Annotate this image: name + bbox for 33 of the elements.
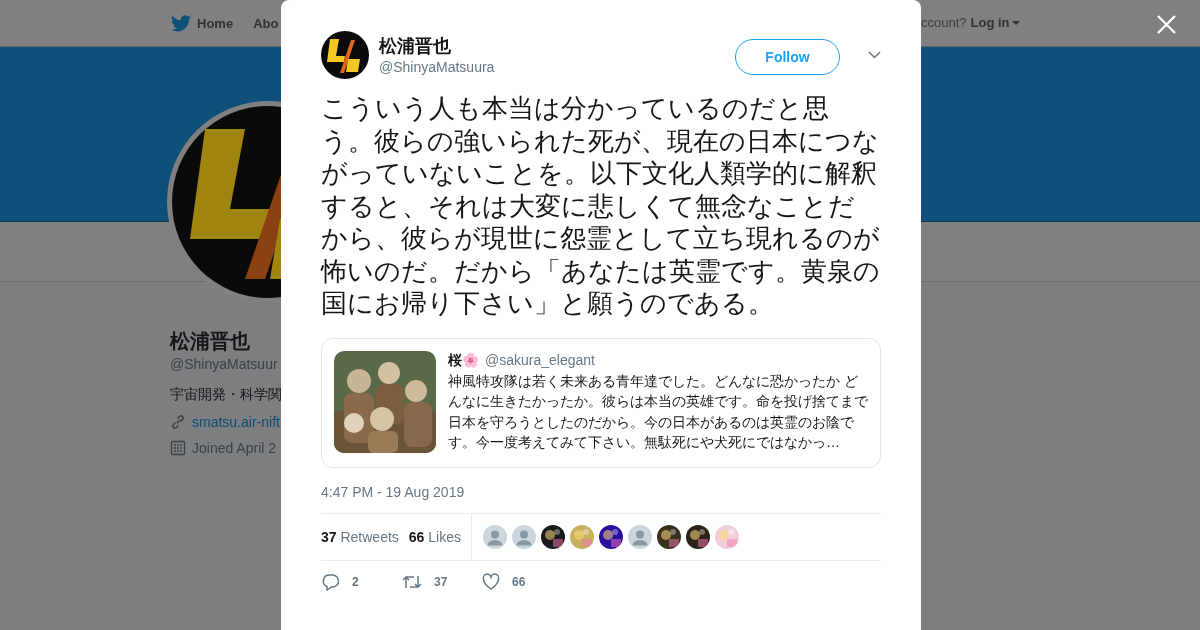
home-link[interactable]: Home	[171, 14, 234, 32]
heart-icon	[482, 572, 500, 591]
calendar-icon	[170, 440, 186, 456]
account-prompt: ccount?	[921, 15, 967, 30]
default-avatar-icon[interactable]	[483, 524, 507, 549]
author-name[interactable]: 松浦晋也	[379, 34, 725, 58]
profile-handle: @ShinyaMatsuur	[170, 355, 278, 374]
default-avatar-icon[interactable]	[628, 524, 652, 549]
joined-date: Joined April 2	[192, 440, 277, 456]
quoted-author-name: 桜🌸	[448, 351, 479, 370]
retweets-link[interactable]: 37 Retweets	[321, 528, 399, 545]
author-handle[interactable]: @ShinyaMatsuura	[379, 58, 725, 76]
quoted-tweet-card[interactable]: 桜🌸 @sakura_elegant 神風特攻隊は若く未来ある青年達でした。どんなに恐かったか どんなに生きたかったか。彼らは本当の英雄です。命を投げ捨てまで日本を守ろうとしたのだから。今の日本があるのは英霊のお陰です。今一度考えてみて下さい。無駄死にや犬死にではなかっ…	[321, 337, 881, 468]
quoted-author-handle: @sakura_elegant	[485, 351, 595, 368]
reply-button[interactable]: 2	[321, 572, 401, 591]
profile-name: 松浦晋也	[170, 329, 250, 354]
follow-button[interactable]: Follow	[735, 39, 840, 75]
speech-bubble-icon	[322, 572, 340, 591]
profile-bio: 宇宙開発・科学関	[170, 385, 282, 404]
tweet-text: こういう人も本当は分かっているのだと思う。彼らの強いられた死が、現在の日本につながっていないことを。以下文化人類学的に解釈すると、それは大変に悲しくて無念なことだから、彼らが現世に怨霊として立ち現れるのが怖いのだ。だから「あなたは英霊です。黄泉の国にお帰り下さい」と願うのである。	[321, 92, 881, 320]
bird-icon	[171, 14, 191, 32]
link-icon	[170, 414, 186, 430]
about-link[interactable]: Abo	[253, 15, 279, 31]
default-avatar-icon[interactable]	[512, 524, 536, 549]
avatar-logo-icon[interactable]	[321, 31, 369, 79]
likes-link[interactable]: 66 Likes	[408, 528, 461, 545]
close-icon[interactable]	[1157, 15, 1176, 34]
login-link[interactable]: Log in	[970, 15, 1020, 30]
like-button[interactable]: 66	[481, 572, 561, 591]
tweet-timestamp: 4:47 PM - 19 Aug 2019	[321, 482, 881, 514]
chevron-down-icon[interactable]	[868, 51, 881, 59]
retweet-button[interactable]: 37	[401, 572, 481, 591]
quoted-tweet-text: 神風特攻隊は若く未来ある青年達でした。どんなに恐かったか どんなに生きたかったか。彼らは本当の英雄です。命を投げ捨てまで日本を守ろうとしたのだから。今の日本があるのは英霊のお陰です。今一度考えてみて下さい。無駄死にや犬死にではなかっ…	[448, 371, 869, 452]
